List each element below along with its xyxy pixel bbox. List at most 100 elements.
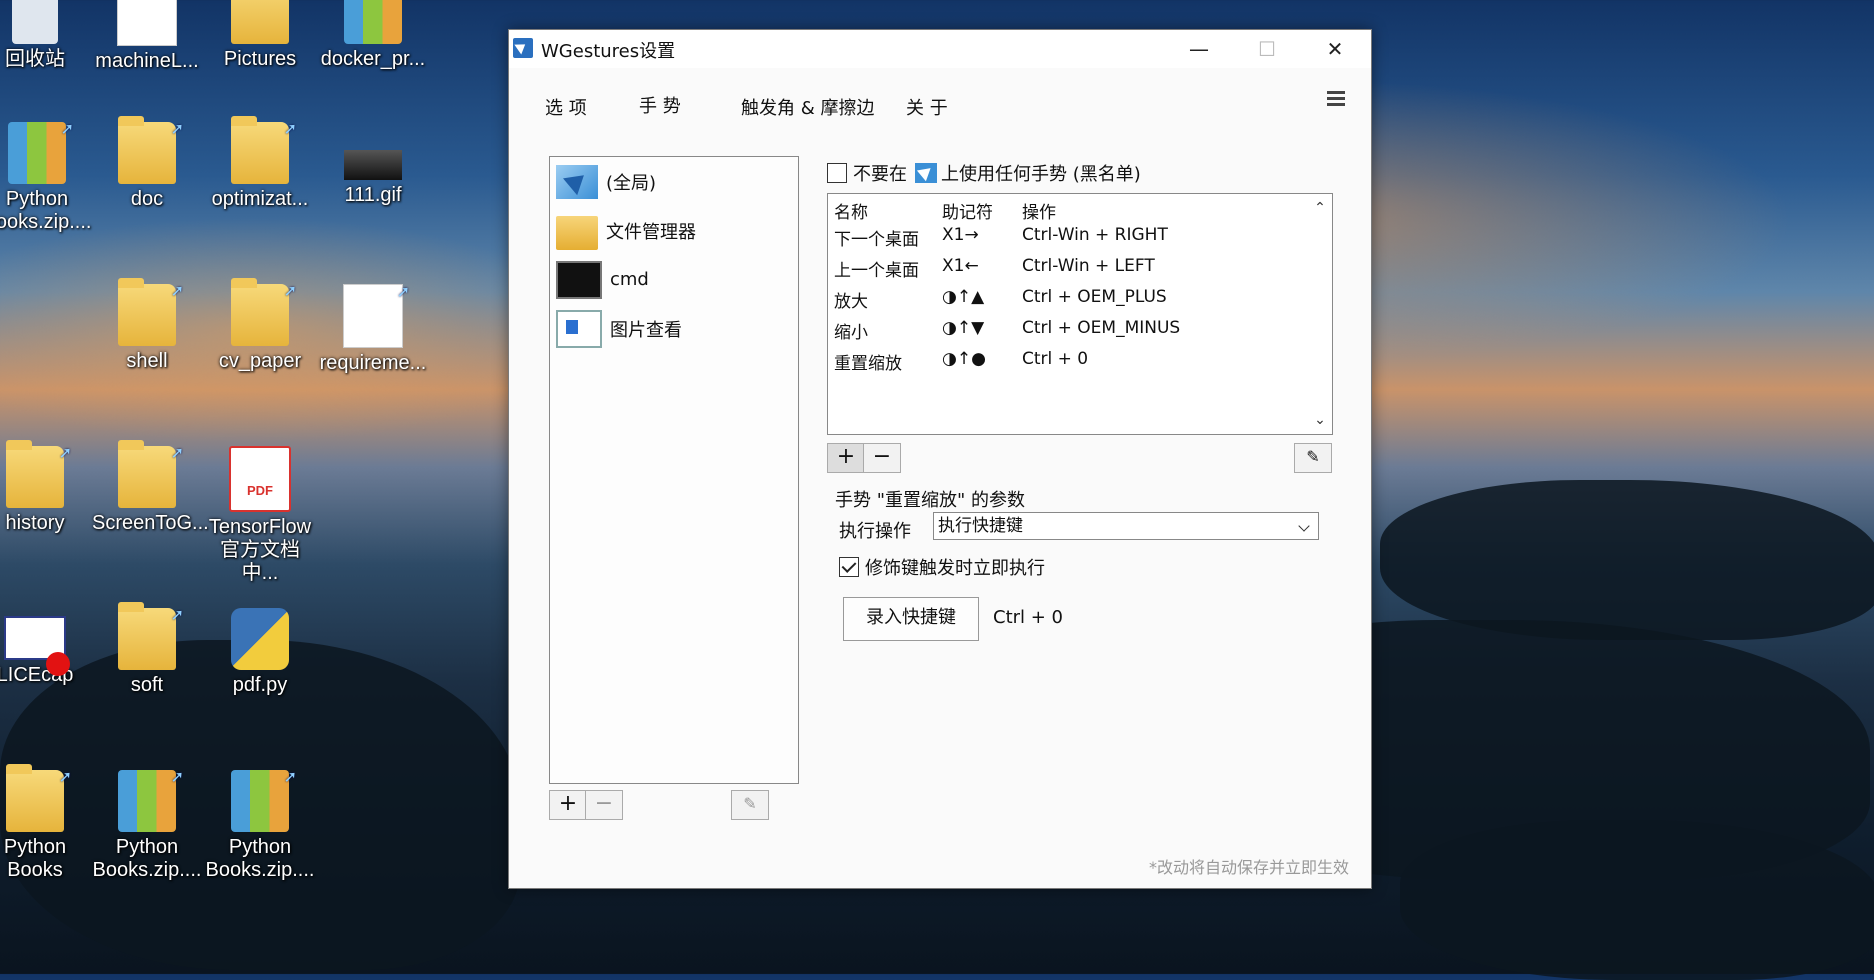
folder-icon: [556, 215, 598, 250]
desktop-icon-doc[interactable]: ➚ doc: [92, 116, 202, 211]
python-file-icon: [231, 608, 289, 670]
column-header-name[interactable]: 名称: [834, 198, 868, 223]
gesture-name: 放大: [834, 292, 868, 312]
desktop-icon-tensorflow-pdf[interactable]: PDF TensorFlow 官方文档中...: [205, 446, 315, 585]
tab-about[interactable]: 关 于: [906, 94, 948, 120]
exec-action-select[interactable]: 执行快捷键: [933, 512, 1319, 540]
desktop-icon-recycle-bin[interactable]: 回收站: [0, 0, 90, 71]
image-viewer-icon: [556, 309, 602, 348]
pdf-icon: PDF: [229, 446, 291, 512]
table-row[interactable]: 下一个桌面 X1→ Ctrl-Win + RIGHT: [828, 225, 1308, 256]
shortcut-arrow-icon: ➚: [283, 769, 297, 786]
recycle-bin-icon: [12, 0, 58, 44]
title-bar[interactable]: WGestures设置 — ☐ ✕: [509, 30, 1371, 68]
background-rock: [1400, 820, 1874, 980]
zip-icon: [344, 0, 402, 44]
tab-hot-corners[interactable]: 触发角 & 摩擦边: [741, 94, 874, 120]
edit-app-button[interactable]: ✎: [731, 790, 769, 820]
maximize-button[interactable]: ☐: [1233, 30, 1301, 68]
folder-icon: ➚: [231, 116, 297, 184]
app-item-label: (全局): [606, 172, 657, 194]
desktop-icon-shell[interactable]: ➚ shell: [92, 278, 202, 373]
desktop-icon-label: Pictures: [223, 48, 297, 70]
hamburger-menu-icon[interactable]: [1327, 88, 1345, 109]
shortcut-arrow-icon: ➚: [58, 445, 72, 462]
zip-icon: ➚: [118, 769, 184, 832]
desktop-icon-machinel[interactable]: machineL...: [92, 0, 202, 73]
desktop-icon-python-books-zip-3[interactable]: ➚ Python Books.zip....: [205, 769, 315, 882]
desktop-icon-requirements[interactable]: ➚ requireme...: [318, 284, 428, 375]
app-item-image-viewer[interactable]: 图片查看: [550, 304, 798, 353]
chevron-down-icon: [1298, 520, 1310, 532]
close-button[interactable]: ✕: [1301, 30, 1369, 68]
modifier-exec-option[interactable]: 修饰键触发时立即执行: [839, 554, 1045, 580]
cursor-icon: [915, 163, 937, 183]
desktop-icon-pdf-py[interactable]: pdf.py: [205, 608, 315, 697]
desktop-icon-soft[interactable]: ➚ soft: [92, 602, 202, 697]
app-item-label: 图片查看: [610, 319, 682, 341]
remove-app-button[interactable]: −: [585, 790, 623, 820]
exec-action-value: 执行快捷键: [938, 516, 1023, 536]
blacklist-option[interactable]: 不要在 上使用任何手势 (黑名单): [827, 160, 1141, 186]
gesture-table[interactable]: 名称 助记符 操作 下一个桌面 X1→ Ctrl-Win + RIGHT 上一个…: [827, 193, 1333, 435]
minimize-button[interactable]: —: [1165, 30, 1233, 68]
app-item-file-manager[interactable]: 文件管理器: [550, 206, 798, 255]
add-app-button[interactable]: +: [549, 790, 587, 820]
modifier-exec-checkbox[interactable]: [839, 557, 859, 577]
shortcut-arrow-icon: ➚: [283, 121, 297, 138]
file-icon: [117, 0, 177, 46]
gesture-mnemonic: ◑↑▼: [942, 318, 985, 338]
desktop-icon-licecap[interactable]: LICEcap: [0, 608, 90, 687]
gesture-name: 缩小: [834, 323, 868, 343]
gesture-mnemonic: X1→: [942, 225, 979, 245]
desktop-icon-label: Python Books.zip....: [205, 836, 315, 881]
column-header-mnemonic[interactable]: 助记符: [942, 198, 993, 223]
modifier-exec-label: 修饰键触发时立即执行: [865, 558, 1045, 579]
desktop-icon-python-books-zip-2[interactable]: ➚ Python Books.zip....: [92, 769, 202, 882]
exec-action-label: 执行操作: [839, 521, 911, 542]
desktop-icon-cv-paper[interactable]: ➚ cv_paper: [205, 278, 315, 373]
image-file-icon: [344, 150, 402, 180]
desktop-icon-pictures[interactable]: Pictures: [205, 0, 315, 71]
gesture-name: 上一个桌面: [834, 261, 919, 281]
tab-options[interactable]: 选 项: [545, 94, 587, 120]
app-item-global[interactable]: (全局): [550, 157, 798, 206]
gesture-params-title: 手势 "重置缩放" 的参数: [835, 490, 1026, 511]
app-item-label: 文件管理器: [606, 221, 696, 243]
desktop-icon-python-books[interactable]: ➚ Python Books: [0, 764, 90, 882]
remove-gesture-button[interactable]: −: [863, 443, 901, 473]
desktop-icon-label: cv_paper: [218, 350, 302, 372]
terminal-icon: [556, 260, 602, 299]
gesture-action: Ctrl + OEM_PLUS: [1022, 287, 1167, 307]
edit-gesture-button[interactable]: ✎: [1294, 443, 1332, 473]
desktop-icon-python-books-zip[interactable]: ➚ Python Books.zip....: [0, 121, 92, 234]
gesture-action: Ctrl + OEM_MINUS: [1022, 318, 1181, 338]
column-header-action[interactable]: 操作: [1022, 198, 1056, 223]
add-gesture-button[interactable]: +: [827, 443, 865, 473]
desktop-icon-111gif[interactable]: 111.gif: [318, 122, 428, 207]
table-row[interactable]: 上一个桌面 X1← Ctrl-Win + LEFT: [828, 256, 1308, 287]
shortcut-arrow-icon: ➚: [60, 121, 74, 138]
desktop-icon-docker[interactable]: docker_pr...: [318, 0, 428, 71]
desktop-icon-label: history: [5, 512, 65, 534]
scroll-up-icon[interactable]: ⌃: [1312, 200, 1328, 216]
scroll-down-icon[interactable]: ⌄: [1312, 412, 1328, 428]
gesture-mnemonic: ◑↑●: [942, 349, 986, 369]
folder-icon: ➚: [118, 602, 184, 670]
table-row[interactable]: 重置缩放 ◑↑● Ctrl + 0: [828, 349, 1308, 380]
desktop-icon-screentogif[interactable]: ➚ ScreenToG...: [92, 440, 209, 535]
table-row[interactable]: 放大 ◑↑▲ Ctrl + OEM_PLUS: [828, 287, 1308, 318]
app-item-cmd[interactable]: cmd: [550, 255, 798, 304]
desktop-icon-label: 111.gif: [344, 184, 402, 206]
tab-gestures[interactable]: 手 势: [639, 92, 681, 118]
blacklist-suffix: 上使用任何手势 (黑名单): [941, 164, 1141, 185]
blacklist-checkbox[interactable]: [827, 163, 847, 183]
app-list[interactable]: (全局) 文件管理器 cmd 图片查看: [549, 156, 799, 784]
record-hotkey-button[interactable]: 录入快捷键: [843, 597, 979, 641]
edit-icon: ✎: [1306, 447, 1320, 466]
desktop-icon-optimizat[interactable]: ➚ optimizat...: [205, 116, 315, 211]
shortcut-arrow-icon: ➚: [170, 769, 184, 786]
table-row[interactable]: 缩小 ◑↑▼ Ctrl + OEM_MINUS: [828, 318, 1308, 349]
blacklist-prefix: 不要在: [853, 164, 907, 185]
desktop-icon-history[interactable]: ➚ history: [0, 440, 90, 535]
